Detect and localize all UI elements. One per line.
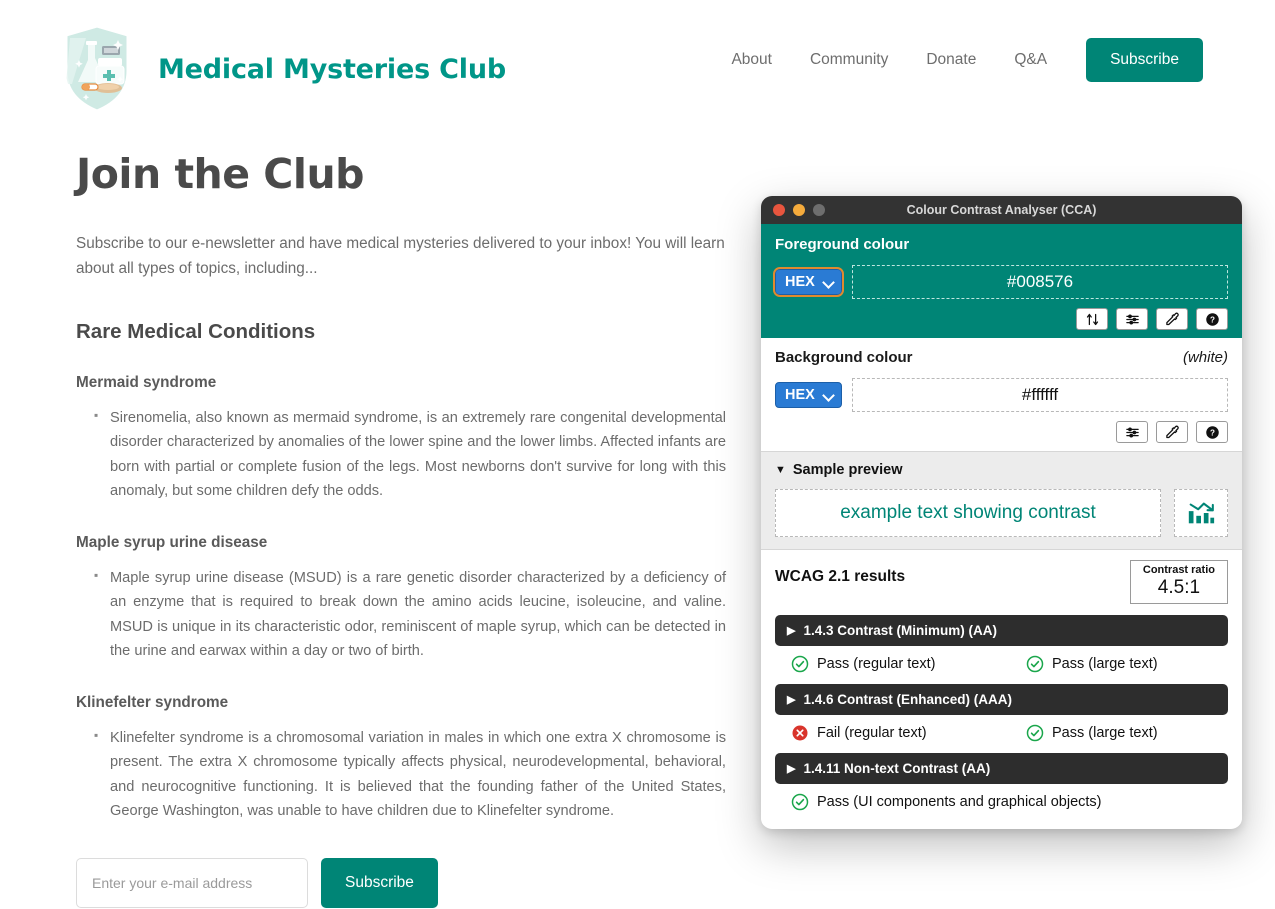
list-item: Sirenomelia, also known as mermaid syndr…: [94, 405, 726, 504]
condition-list: Klinefelter syndrome is a chromosomal va…: [76, 725, 726, 824]
sliders-icon[interactable]: [1116, 308, 1148, 330]
swap-arrows-icon[interactable]: [1076, 308, 1108, 330]
criterion-title: 1.4.3 Contrast (Minimum) (AA): [803, 623, 997, 639]
bar-chart-declining-icon: [1174, 489, 1228, 537]
condition-heading: Klinefelter syndrome: [76, 693, 229, 711]
nav-link-about[interactable]: About: [712, 51, 791, 69]
criterion-title: 1.4.11 Non-text Contrast (AA): [803, 761, 991, 777]
main-content: Join the Club Subscribe to our e-newslet…: [76, 150, 726, 909]
pass-icon: [1026, 724, 1044, 742]
sample-text: example text showing contrast: [775, 489, 1161, 537]
window-title: Colour Contrast Analyser (CCA): [906, 203, 1097, 217]
brand-title: Medical Mysteries Club: [158, 53, 506, 85]
page-title: Join the Club: [76, 150, 365, 198]
background-panel: Background colour (white) HEX #ffffff ?: [761, 338, 1242, 452]
background-label: Background colour: [775, 349, 913, 366]
section-heading: Rare Medical Conditions: [76, 319, 316, 343]
condition-heading: Maple syrup urine disease: [76, 533, 268, 551]
criterion-146-results: Fail (regular text) Pass (large text): [775, 724, 1228, 742]
result-label: Pass (large text): [1052, 725, 1158, 742]
background-hex-input[interactable]: [852, 378, 1228, 412]
help-icon[interactable]: ?: [1196, 308, 1228, 330]
fail-icon: [791, 724, 809, 742]
pass-icon: [791, 655, 809, 673]
result-label: Fail (regular text): [817, 725, 927, 742]
help-icon[interactable]: ?: [1196, 421, 1228, 443]
minimize-window-button[interactable]: [793, 204, 805, 216]
foreground-hex-input[interactable]: [852, 265, 1228, 299]
background-button-row: ?: [775, 421, 1228, 443]
result-item: Pass (large text): [1026, 724, 1158, 742]
sample-preview-panel: ▼ Sample preview example text showing co…: [761, 452, 1242, 550]
pass-icon: [1026, 655, 1044, 673]
chevron-right-icon: ▶: [787, 694, 796, 707]
newsletter-signup: Subscribe: [76, 857, 726, 908]
eyedropper-icon[interactable]: [1156, 421, 1188, 443]
intro-paragraph: Subscribe to our e-newsletter and have m…: [76, 235, 725, 277]
page-root: Medical Mysteries Club About Community D…: [0, 0, 1275, 909]
colour-contrast-analyser-window: Colour Contrast Analyser (CCA) Foregroun…: [761, 196, 1242, 829]
chevron-right-icon: ▶: [787, 763, 796, 776]
chevron-down-icon: ▼: [775, 464, 786, 476]
list-item: Maple syrup urine disease (MSUD) is a ra…: [94, 565, 726, 664]
sample-preview-title: Sample preview: [792, 462, 903, 478]
criterion-143-toggle[interactable]: ▶ 1.4.3 Contrast (Minimum) (AA): [775, 615, 1228, 647]
close-window-button[interactable]: [773, 204, 785, 216]
criterion-title: 1.4.6 Contrast (Enhanced) (AAA): [803, 692, 1012, 708]
condition-list: Maple syrup urine disease (MSUD) is a ra…: [76, 565, 726, 664]
criterion-1411-results: Pass (UI components and graphical object…: [775, 793, 1228, 811]
svg-text:?: ?: [1210, 428, 1215, 437]
wcag-results-title: WCAG 2.1 results: [775, 568, 906, 585]
background-format-select[interactable]: HEX: [775, 382, 842, 408]
eyedropper-icon[interactable]: [1156, 308, 1188, 330]
result-item: Pass (large text): [1026, 655, 1158, 673]
criterion-146-toggle[interactable]: ▶ 1.4.6 Contrast (Enhanced) (AAA): [775, 684, 1228, 716]
result-label: Pass (regular text): [817, 656, 936, 673]
criterion-1411-toggle[interactable]: ▶ 1.4.11 Non-text Contrast (AA): [775, 753, 1228, 785]
pass-icon: [791, 793, 809, 811]
window-controls: [773, 204, 825, 216]
subscribe-button[interactable]: Subscribe: [321, 857, 438, 908]
email-field[interactable]: [76, 857, 308, 908]
condition-list: Sirenomelia, also known as mermaid syndr…: [76, 405, 726, 504]
nav-link-qa[interactable]: Q&A: [995, 51, 1066, 69]
contrast-ratio-value: 4.5:1: [1157, 577, 1201, 599]
foreground-label: Foreground colour: [775, 236, 910, 253]
chevron-right-icon: ▶: [787, 625, 796, 638]
result-item: Fail (regular text): [791, 724, 1026, 742]
foreground-panel: Foreground colour HEX #008576 ?: [761, 224, 1242, 338]
svg-text:?: ?: [1210, 315, 1215, 324]
criterion-143-results: Pass (regular text) Pass (large text): [775, 655, 1228, 673]
result-item: Pass (regular text): [791, 655, 1026, 673]
result-label: Pass (large text): [1052, 656, 1158, 673]
sample-preview-toggle[interactable]: ▼ Sample preview: [775, 462, 1228, 478]
background-colour-name: (white): [1182, 349, 1228, 366]
nav-link-community[interactable]: Community: [791, 51, 907, 69]
condition-heading: Mermaid syndrome: [76, 373, 217, 391]
contrast-ratio-label: Contrast ratio: [1142, 564, 1215, 576]
result-item: Pass (UI components and graphical object…: [791, 793, 1102, 811]
contrast-ratio-box: Contrast ratio 4.5:1: [1129, 560, 1228, 605]
main-nav: About Community Donate Q&A Subscribe: [712, 38, 1203, 82]
window-titlebar[interactable]: Colour Contrast Analyser (CCA): [761, 196, 1242, 224]
foreground-format-select-wrap: HEX: [773, 267, 844, 297]
medical-shield-logo-icon: [62, 24, 132, 114]
nav-link-donate[interactable]: Donate: [907, 51, 995, 69]
background-format-select-wrap: HEX: [775, 382, 842, 408]
sliders-icon[interactable]: [1116, 421, 1148, 443]
brand[interactable]: Medical Mysteries Club: [62, 24, 506, 114]
wcag-results-panel: WCAG 2.1 results Contrast ratio 4.5:1 ▶ …: [761, 550, 1242, 826]
maximize-window-button[interactable]: [813, 204, 825, 216]
header-subscribe-button[interactable]: Subscribe: [1086, 38, 1203, 82]
site-header: Medical Mysteries Club About Community D…: [0, 0, 1275, 124]
foreground-button-row: ?: [775, 308, 1228, 330]
list-item: Klinefelter syndrome is a chromosomal va…: [94, 725, 726, 824]
foreground-format-select[interactable]: HEX: [775, 269, 842, 295]
result-label: Pass (UI components and graphical object…: [817, 794, 1102, 811]
